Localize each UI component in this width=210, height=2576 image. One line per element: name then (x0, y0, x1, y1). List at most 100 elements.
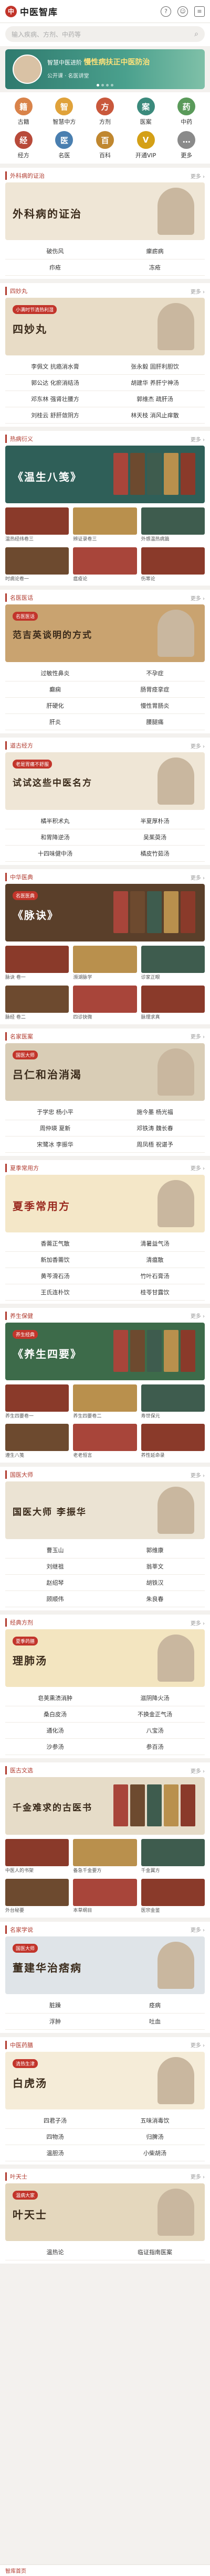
list-item[interactable]: 腰腿痛 (105, 714, 205, 731)
list-item[interactable]: 清瘟散 (105, 1252, 205, 1268)
section-hero-banner[interactable]: 千金难求的古医书 (5, 1777, 205, 1835)
more-link[interactable]: 更多 › (191, 1471, 205, 1479)
section-hero-banner[interactable]: 国医大师 吕仁和治消渴 (5, 1043, 205, 1101)
nav-item[interactable]: 药中药 (166, 98, 207, 126)
section-hero-banner[interactable]: 国医大师 董建华治痞病 (5, 1936, 205, 1994)
book-card[interactable]: 养性延命录 (141, 1424, 205, 1459)
more-link[interactable]: 更多 › (191, 2172, 205, 2180)
list-item[interactable]: 沙参汤 (5, 1739, 105, 1756)
list-item[interactable]: 通化汤 (5, 1723, 105, 1739)
book-card[interactable]: 老老恒言 (73, 1424, 137, 1459)
section-hero-banner[interactable]: 名医医典 《脉诀》 (5, 884, 205, 942)
book-card[interactable]: 备急千金要方 (73, 1839, 137, 1875)
list-item[interactable]: 痉病 (105, 1997, 205, 2014)
list-item[interactable]: 滋阴降火汤 (105, 1690, 205, 1707)
list-item[interactable]: 不孕症 (105, 665, 205, 682)
book-card[interactable]: 温热经纬卷三 (5, 507, 69, 543)
book-card[interactable]: 寿世保元 (141, 1384, 205, 1420)
more-link[interactable]: 更多 › (191, 287, 205, 295)
list-item[interactable]: 吐血 (105, 2014, 205, 2030)
more-link[interactable]: 更多 › (191, 1312, 205, 1319)
list-item[interactable]: 和胃降逆汤 (5, 829, 105, 846)
list-item[interactable]: 不换金正气汤 (105, 1706, 205, 1723)
list-item[interactable]: 瘰疬病 (105, 243, 205, 259)
more-link[interactable]: 更多 › (191, 1767, 205, 1774)
section-hero-banner[interactable]: 国医大师 李振华 (5, 1481, 205, 1540)
book-card[interactable]: 外台秘要 (5, 1878, 69, 1914)
list-item[interactable]: 郭维杰 疏肝汤 (105, 391, 205, 407)
list-item[interactable]: 过敏性鼻炎 (5, 665, 105, 682)
list-item[interactable]: 于学忠 杨小平 (5, 1104, 105, 1120)
list-item[interactable]: 胡铁汉 (105, 1575, 205, 1592)
section-hero-banner[interactable]: 温病大家 叶天士 (5, 2183, 205, 2241)
more-link[interactable]: 更多 › (191, 873, 205, 881)
book-card[interactable]: 千金翼方 (141, 1839, 205, 1875)
list-item[interactable]: 十四味健中汤 (5, 846, 105, 862)
list-item[interactable]: 邓东林 强肾壮腰方 (5, 391, 105, 407)
list-item[interactable]: 林天枝 消风止痒散 (105, 407, 205, 424)
list-item[interactable]: 赵绍琴 (5, 1575, 105, 1592)
section-hero-banner[interactable]: 外科病的证治 (5, 182, 205, 240)
list-item[interactable]: 新加香薷饮 (5, 1252, 105, 1268)
book-card[interactable]: 脉理求真 (141, 986, 205, 1021)
list-item[interactable]: 五味消毒饮 (105, 2113, 205, 2129)
book-card[interactable]: 时病论卷一 (5, 547, 69, 583)
list-item[interactable]: 四物汤 (5, 2129, 105, 2145)
book-card[interactable]: 医宗金鉴 (141, 1878, 205, 1914)
list-item[interactable]: 翁莘文 (105, 1558, 205, 1575)
list-item[interactable]: 小柴胡汤 (105, 2145, 205, 2161)
list-item[interactable]: 冻疮 (105, 259, 205, 276)
more-link[interactable]: 更多 › (191, 1164, 205, 1172)
more-link[interactable]: 更多 › (191, 1925, 205, 1933)
list-item[interactable]: 朱良春 (105, 1591, 205, 1608)
list-item[interactable]: 周仲瑛 夏新 (5, 1120, 105, 1137)
list-item[interactable]: 临证指南医案 (105, 2244, 205, 2260)
book-card[interactable]: 瘟疫论 (73, 547, 137, 583)
book-card[interactable]: 养生四要卷二 (73, 1384, 137, 1420)
list-item[interactable]: 四君子汤 (5, 2113, 105, 2129)
list-item[interactable]: 施今墨 杨光福 (105, 1104, 205, 1120)
list-item[interactable]: 肝硬化 (5, 698, 105, 715)
more-link[interactable]: 更多 › (191, 172, 205, 180)
list-item[interactable]: 邓铁涛 魏长春 (105, 1120, 205, 1137)
list-item[interactable]: 参百汤 (105, 1739, 205, 1756)
list-item[interactable]: 橘皮竹茹汤 (105, 846, 205, 862)
menu-icon[interactable]: ≡ (194, 6, 205, 17)
list-item[interactable]: 郭维康 (105, 1542, 205, 1559)
nav-item[interactable]: 方方剂 (85, 98, 125, 126)
list-item[interactable]: 清暑益气汤 (105, 1236, 205, 1252)
list-item[interactable]: 郭公达 化瘀消结汤 (5, 375, 105, 391)
help-icon[interactable]: ? (161, 6, 171, 17)
list-item[interactable]: 周凤梧 祝谌予 (105, 1137, 205, 1153)
list-item[interactable]: 竹叶石膏汤 (105, 1268, 205, 1284)
book-card[interactable]: 诊家正眼 (141, 946, 205, 981)
list-item[interactable]: 胡建华 养肝宁神汤 (105, 375, 205, 391)
list-item[interactable]: 归脾汤 (105, 2129, 205, 2145)
list-item[interactable]: 温热论 (5, 2244, 105, 2260)
search-icon[interactable]: ⌕ (194, 30, 198, 38)
list-item[interactable]: 桑白皮汤 (5, 1706, 105, 1723)
list-item[interactable]: 香薷正气散 (5, 1236, 105, 1252)
list-item[interactable]: 吴茱萸汤 (105, 829, 205, 846)
more-link[interactable]: 更多 › (191, 435, 205, 443)
search-input[interactable]: 输入疾病、方剂、中药等 ⌕ (5, 26, 205, 42)
section-hero-banner[interactable]: 夏季常用方 (5, 1174, 205, 1232)
list-item[interactable]: 刘继祖 (5, 1558, 105, 1575)
list-item[interactable]: 半夏厚朴汤 (105, 813, 205, 830)
list-item[interactable]: 癫痫 (5, 681, 105, 698)
more-link[interactable]: 更多 › (191, 1619, 205, 1627)
section-hero-banner[interactable]: 清热生津 白虎汤 (5, 2051, 205, 2109)
nav-item[interactable]: 经经方 (3, 131, 44, 159)
user-icon[interactable]: ☺ (177, 6, 188, 17)
more-link[interactable]: 更多 › (191, 594, 205, 602)
book-card[interactable]: 脉经 卷二 (5, 986, 69, 1021)
nav-item[interactable]: 智智慧中方 (44, 98, 85, 126)
section-hero-banner[interactable]: 老是胃痛不舒服 试试这些中医名方 (5, 752, 205, 810)
nav-item[interactable]: V 开通VIP (125, 131, 166, 159)
list-item[interactable]: 王氏连朴饮 (5, 1284, 105, 1301)
more-link[interactable]: 更多 › (191, 1032, 205, 1040)
nav-item[interactable]: 医名医 (44, 131, 85, 159)
list-item[interactable]: 破伤风 (5, 243, 105, 259)
more-link[interactable]: 更多 › (191, 742, 205, 750)
book-card[interactable]: 四诊抉微 (73, 986, 137, 1021)
